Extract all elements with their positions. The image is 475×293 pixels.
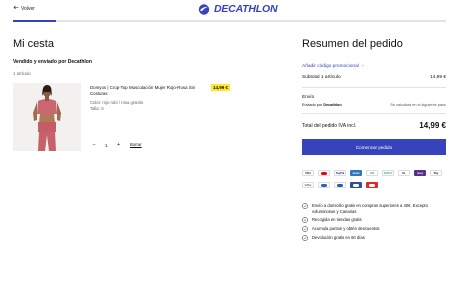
payment-logo (334, 182, 346, 188)
decrease-quantity-button[interactable]: − (90, 141, 98, 149)
back-link[interactable]: Volver (13, 5, 35, 12)
check-circle-icon (302, 235, 308, 241)
subtotal-row: Subtotal 1 artículo 14,99 € (302, 75, 446, 80)
decathlon-logo-icon (197, 3, 211, 15)
product-photo-illustration (13, 83, 81, 151)
payment-logo: VISA (302, 170, 314, 176)
benefit-item: Acumula puntos y obtén descuentos (302, 226, 452, 232)
payment-logo (318, 170, 330, 176)
payment-logo (318, 182, 330, 188)
summary-title: Resumen del pedido (302, 38, 403, 50)
payment-mark (321, 183, 327, 187)
cart-title: Mi cesta (13, 38, 54, 50)
increase-quantity-button[interactable]: + (115, 141, 123, 149)
payment-mark (337, 183, 343, 187)
decathlon-logo[interactable]: DECATHLON (197, 3, 278, 15)
payment-mark (353, 183, 359, 187)
summary-divider (302, 87, 446, 88)
shipping-title: Envío (302, 95, 315, 100)
benefit-text: Recogida en tiendas gratis (312, 217, 362, 222)
logo-text: DECATHLON (214, 3, 278, 15)
subtotal-value: 14,99 € (429, 75, 446, 80)
checkout-progress-fill (13, 20, 57, 22)
top-bar: Volver DECATHLON (0, 0, 475, 20)
payment-mark (321, 171, 327, 175)
back-label: Volver (21, 5, 35, 12)
chevron-right-icon: › (362, 64, 364, 69)
benefit-item: Envío a domicilio gratis en compras supe… (302, 203, 452, 214)
check-circle-icon (302, 203, 308, 209)
start-order-button[interactable]: Comenzar pedido (302, 139, 446, 155)
product-name[interactable]: Domyos | Crop-Top Musculación Mujer Rojo… (90, 85, 200, 97)
benefit-text: Devolución gratis en 60 días (312, 235, 365, 240)
payment-logo: oney (414, 170, 426, 176)
check-circle-icon (302, 226, 308, 232)
total-row: Total del pedido IVA incl. 14,99 € (302, 121, 446, 130)
shipping-row: Enviado por Decathlon Se calculará en el… (302, 103, 446, 107)
product-image[interactable] (13, 83, 81, 151)
benefit-text: Envío a domicilio gratis en compras supe… (312, 203, 428, 214)
payment-logo: KL (398, 170, 410, 176)
quantity-value: 1 (105, 142, 108, 148)
quantity-stepper: − 1 + (90, 141, 123, 149)
item-count: 1 artículo (13, 71, 31, 76)
remove-item-link[interactable]: Borrar (130, 142, 142, 147)
payment-logo: SCRAY (382, 170, 394, 176)
total-label: Total del pedido IVA incl. (302, 122, 357, 129)
product-size: Talla: S (90, 106, 104, 111)
payment-logo: Pay (430, 170, 442, 176)
payment-mark (369, 183, 375, 187)
shipping-by: Enviado por Decathlon (302, 103, 342, 107)
payment-logo: CB (366, 170, 378, 176)
promo-code-label: Añadir código promocional (302, 64, 359, 69)
payment-logo: GPay (302, 182, 314, 188)
benefit-item: Devolución gratis en 60 días (302, 235, 452, 241)
total-value: 14,99 € (419, 121, 446, 130)
benefit-item: Recogida en tiendas gratis (302, 217, 452, 223)
payment-logo: Amex (350, 170, 362, 176)
shipping-note: Se calculará en el siguiente paso (390, 103, 446, 107)
check-circle-icon (302, 217, 308, 223)
shipping-by-prefix: Enviado por (302, 103, 324, 107)
benefits-list: Envío a domicilio gratis en compras supe… (302, 203, 452, 244)
arrow-left-icon (13, 5, 19, 12)
payment-logo (366, 182, 378, 188)
product-meta: Color: rojo rubí / rosa granito Talla: S (90, 100, 143, 112)
shipping-by-brand: Decathlon (323, 103, 342, 107)
subtotal-label: Subtotal 1 artículo (302, 75, 341, 80)
sold-by-label: Vendido y enviado por Decathlon (13, 59, 92, 65)
payment-logo: PayPal (334, 170, 346, 176)
checkout-progress (13, 20, 446, 22)
product-price-badge: 14,99 € (211, 84, 231, 91)
summary-divider (302, 113, 446, 114)
benefit-text: Acumula puntos y obtén descuentos (312, 226, 380, 231)
promo-code-link[interactable]: Añadir código promocional › (302, 64, 364, 69)
payment-logo (350, 182, 362, 188)
